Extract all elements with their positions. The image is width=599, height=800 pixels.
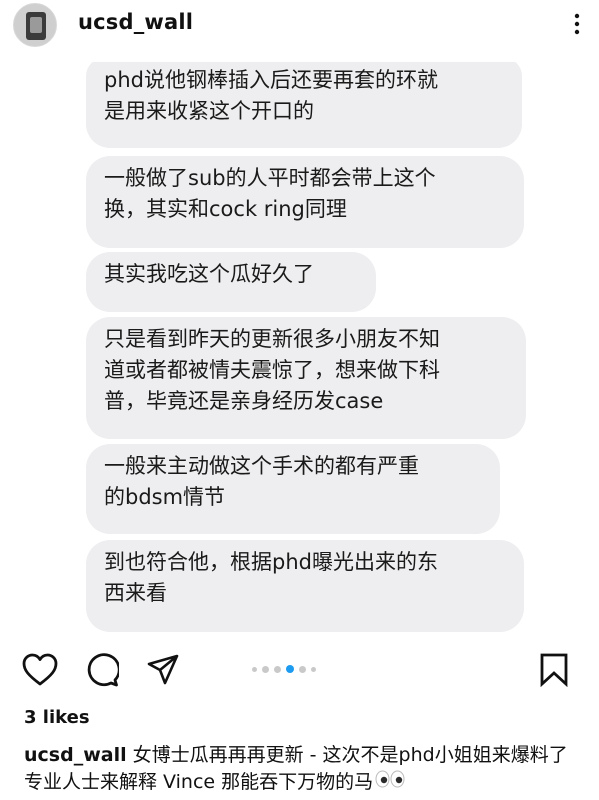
- chat-bubble-line: 一般来主动做这个手术的都有严重: [104, 454, 419, 478]
- heart-icon[interactable]: [22, 652, 58, 688]
- chat-bubble: 其实我吃这个瓜好久了: [86, 252, 376, 312]
- caption: ucsd_wall 女博士瓜再再再更新 - 这次不是phd小姐姐来爆料了 专业人士…: [24, 742, 584, 796]
- carousel-indicator: [252, 664, 316, 674]
- comment-icon[interactable]: [84, 652, 120, 688]
- chat-bubble: 一般做了sub的人平时都会带上这个 换，其实和cock ring同理: [86, 156, 524, 248]
- chat-bubble: phd说他钢棒插入后还要再套的环就 是用来收紧这个开口的: [86, 62, 522, 148]
- carousel-dot: [311, 666, 316, 672]
- likes-count[interactable]: 3 likes: [24, 707, 90, 728]
- chat-bubble-line: 一般做了sub的人平时都会带上这个: [104, 166, 436, 190]
- chat-bubble-line: 换，其实和cock ring同理: [104, 197, 347, 221]
- chat-bubble-line: 到也符合他，根据phd曝光出来的东: [104, 550, 438, 574]
- carousel-dot-active: [286, 665, 294, 673]
- chat-bubble-line: 西来看: [104, 581, 167, 605]
- carousel-dot: [274, 665, 281, 673]
- header-username[interactable]: ucsd_wall: [78, 10, 193, 34]
- post-image[interactable]: phd说他钢棒插入后还要再套的环就 是用来收紧这个开口的 一般做了sub的人平时…: [0, 62, 599, 642]
- chat-bubble-line: 道或者都被情夫震惊了，想来做下科: [104, 358, 440, 382]
- chat-bubble-line: 其实我吃这个瓜好久了: [104, 262, 314, 286]
- avatar[interactable]: [13, 3, 57, 47]
- carousel-dot: [299, 665, 306, 673]
- chat-bubble-line: 是用来收紧这个开口的: [104, 99, 314, 123]
- chat-bubble-line: phd说他钢棒插入后还要再套的环就: [104, 68, 438, 92]
- bookmark-icon[interactable]: [536, 652, 572, 688]
- carousel-dot: [252, 666, 257, 672]
- chat-bubble-line: 的bdsm情节: [104, 485, 226, 509]
- action-bar: [0, 646, 599, 694]
- caption-username[interactable]: ucsd_wall: [24, 744, 127, 766]
- carousel-dot: [262, 665, 269, 673]
- chat-bubble-line: 普，毕竟还是亲身经历发case: [104, 389, 384, 413]
- chat-bubble: 只是看到昨天的更新很多小朋友不知 道或者都被情夫震惊了，想来做下科 普，毕竟还是…: [86, 317, 526, 439]
- chat-bubble: 一般来主动做这个手术的都有严重 的bdsm情节: [86, 444, 500, 534]
- post-header: ucsd_wall: [0, 0, 599, 62]
- send-icon[interactable]: [145, 652, 181, 688]
- chat-bubble: 到也符合他，根据phd曝光出来的东 西来看: [86, 540, 524, 632]
- eyes-emoji-icon: [375, 769, 405, 796]
- more-vertical-icon[interactable]: [565, 12, 589, 36]
- chat-bubble-line: 只是看到昨天的更新很多小朋友不知: [104, 327, 440, 351]
